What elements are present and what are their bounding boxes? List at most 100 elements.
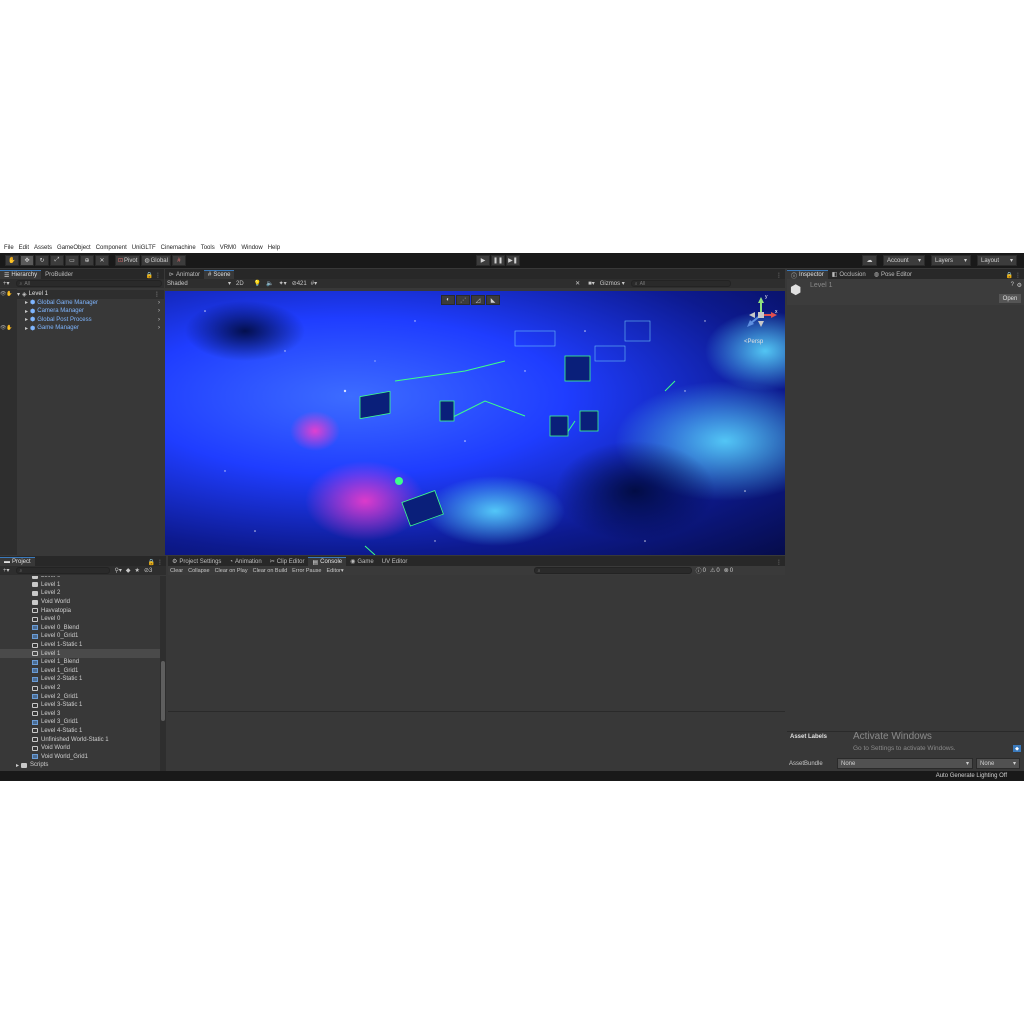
panel-menu-icon[interactable]: 🔒 ⋮ — [148, 559, 166, 566]
project-item[interactable]: Level 0_Blend — [0, 624, 160, 633]
hidden-count-icon[interactable]: ⊘3 — [144, 567, 152, 574]
expand-arrow-icon[interactable]: ▸ — [25, 308, 28, 315]
scrollbar-thumb[interactable] — [161, 661, 165, 721]
persp-label[interactable]: <Persp — [744, 339, 763, 345]
menu-item-edit[interactable]: Edit — [19, 245, 29, 251]
2d-toggle-button[interactable]: 2D — [236, 281, 244, 287]
hierarchy-search-input[interactable]: ⌕ All — [15, 280, 162, 287]
global-toggle-button[interactable]: ◍ Global — [141, 255, 171, 266]
project-item[interactable]: Void World_Grid1 — [0, 752, 160, 761]
project-item[interactable]: Level 1 — [0, 581, 160, 590]
hierarchy-item[interactable]: ▸ ⬢ Global Post Process › — [0, 316, 164, 325]
hand-tool-icon[interactable]: ✋ — [5, 255, 19, 266]
tab-game[interactable]: ◉ Game — [346, 557, 378, 566]
vertex-overlay-icon[interactable]: ⋰ — [456, 295, 470, 305]
tab-probuilder[interactable]: ProBuilder — [41, 270, 77, 279]
tab-project[interactable]: ▬ Project — [0, 557, 35, 566]
console-collapse-button[interactable]: Collapse — [186, 566, 212, 575]
console-editor-button[interactable]: Editor ▾ — [324, 566, 346, 575]
step-button[interactable]: ▶❚ — [506, 255, 520, 266]
rect-tool-icon[interactable]: ▭ — [65, 255, 79, 266]
chevron-right-icon[interactable]: › — [158, 317, 160, 323]
transform-tool-icon[interactable]: ⊕ — [80, 255, 94, 266]
tab-uv-editor[interactable]: UV Editor — [378, 557, 412, 566]
scene-viewport[interactable]: ◐ ⋰ ◿ ◣ y x <Persp — [165, 291, 785, 555]
panel-menu-icon[interactable]: 🔒 ⋮ — [146, 272, 164, 279]
tab-hierarchy[interactable]: ☰ Hierarchy — [0, 270, 42, 279]
log-filter-button[interactable]: ⓘ 0 — [696, 566, 706, 576]
grid-snap-icon[interactable]: # — [171, 255, 186, 266]
project-item[interactable]: Level 2 — [0, 684, 160, 693]
custom-tool-icon[interactable]: ✕ — [95, 255, 109, 266]
hierarchy-item[interactable]: ▸ ⬢ Global Game Manager › — [0, 299, 164, 308]
favorite-icon[interactable]: ★ — [135, 567, 140, 574]
chevron-right-icon[interactable]: › — [158, 325, 160, 331]
chevron-right-icon[interactable]: › — [158, 300, 160, 306]
project-item[interactable]: Level 2-Static 1 — [0, 675, 160, 684]
filter-label-icon[interactable]: ◆ — [126, 567, 131, 574]
hierarchy-item[interactable]: 👁✋ ▸ ⬢ Game Manager › — [0, 324, 164, 333]
project-scrollbar[interactable] — [160, 576, 166, 771]
project-item[interactable]: Level 2 — [0, 589, 160, 598]
rotate-tool-icon[interactable]: ↻ — [35, 255, 49, 266]
project-item[interactable]: Level 3_Grid1 — [0, 718, 160, 727]
project-item[interactable]: Void World — [0, 598, 160, 607]
menu-item-assets[interactable]: Assets — [34, 245, 52, 251]
project-item[interactable]: Level 3 — [0, 710, 160, 719]
asset-bundle-dropdown[interactable]: None ▾ — [837, 758, 973, 769]
expand-arrow-icon[interactable]: ▸ — [25, 316, 28, 323]
menu-item-cinemachine[interactable]: Cinemachine — [161, 245, 196, 251]
orientation-gizmo[interactable]: y x — [743, 294, 779, 335]
visibility-icon[interactable]: 👁✋ — [0, 325, 17, 331]
gizmos-dropdown[interactable]: Gizmos ▾ — [600, 280, 625, 287]
project-item[interactable]: Unfinished World-Static 1 — [0, 735, 160, 744]
project-item[interactable]: Level 0_Grid1 — [0, 632, 160, 641]
hierarchy-scene-row[interactable]: 👁✋ ▾ ◈ Level 1 ⋮ — [0, 290, 164, 299]
move-overlay-icon[interactable]: ◐ — [441, 295, 455, 305]
tab-animation[interactable]: ◔ Animation — [225, 557, 265, 566]
project-item[interactable]: Void World — [0, 744, 160, 753]
project-item[interactable]: Havvatopia — [0, 606, 160, 615]
settings-icon[interactable]: ⚙ — [1017, 282, 1022, 289]
project-item[interactable]: Level 1_Grid1 — [0, 667, 160, 676]
console-clear-on-build-button[interactable]: Clear on Build — [250, 566, 290, 575]
edge-overlay-icon[interactable]: ◿ — [471, 295, 485, 305]
move-tool-icon[interactable]: ✥ — [20, 255, 34, 266]
project-item[interactable]: Level 2_Grid1 — [0, 692, 160, 701]
help-icon[interactable]: ? — [1011, 282, 1014, 288]
console-error-pause-button[interactable]: Error Pause — [290, 566, 324, 575]
layout-dropdown[interactable]: Layout ▾ — [977, 255, 1017, 266]
effects-icon[interactable]: ✦▾ — [279, 280, 287, 287]
project-item[interactable]: Level 4-Static 1 — [0, 727, 160, 736]
project-item[interactable]: ▸ Scripts — [0, 761, 160, 770]
layers-dropdown[interactable]: Layers ▾ — [931, 255, 971, 266]
cloud-icon[interactable]: ☁ — [862, 255, 877, 266]
project-item[interactable]: Level 0 — [0, 615, 160, 624]
project-item[interactable]: Level 1 — [0, 649, 160, 658]
menu-item-unigltf[interactable]: UniGLTF — [132, 245, 156, 251]
audio-icon[interactable]: 🔈 — [266, 280, 273, 287]
console-clear-on-play-button[interactable]: Clear on Play — [212, 566, 250, 575]
hidden-objects-toggle[interactable]: ⊘421 — [292, 280, 307, 287]
asset-variant-dropdown[interactable]: None ▾ — [976, 758, 1020, 769]
face-overlay-icon[interactable]: ◣ — [486, 295, 500, 305]
tab-occlusion[interactable]: ◧ Occlusion — [828, 270, 870, 279]
panel-menu-icon[interactable]: ⋮ — [776, 559, 785, 566]
expand-arrow-icon[interactable]: ▸ — [25, 325, 28, 332]
tab-project-settings[interactable]: ⚙ Project Settings — [168, 557, 225, 566]
open-button[interactable]: Open — [999, 294, 1021, 303]
tab-pose-editor[interactable]: ◍ Pose Editor — [870, 270, 916, 279]
filter-type-icon[interactable]: ⚲▾ — [115, 567, 122, 574]
add-icon[interactable]: +▾ — [3, 567, 10, 574]
error-filter-button[interactable]: ⊗ 0 — [724, 567, 733, 575]
account-dropdown[interactable]: Account ▾ — [883, 255, 925, 266]
console-search-input[interactable]: ⌕ — [533, 567, 692, 574]
menu-item-window[interactable]: Window — [241, 245, 262, 251]
project-item[interactable]: Level 3-Static 1 — [0, 701, 160, 710]
menu-item-help[interactable]: Help — [268, 245, 280, 251]
shading-dropdown[interactable]: Shaded ▾ — [167, 280, 231, 288]
tag-icon[interactable]: ◆ — [1013, 745, 1021, 752]
visibility-icon[interactable]: 👁✋ — [0, 291, 17, 297]
expand-arrow-icon[interactable]: ▸ — [16, 762, 19, 769]
lighting-icon[interactable]: 💡 — [254, 280, 261, 287]
